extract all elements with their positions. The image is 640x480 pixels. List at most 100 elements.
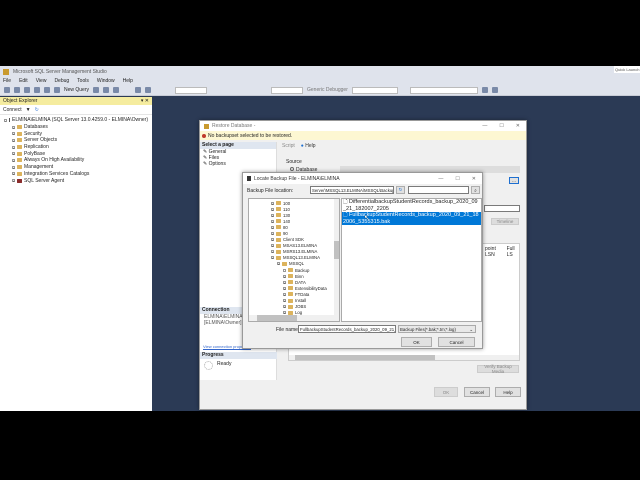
query-icon[interactable] [113,87,120,93]
timeline-button[interactable]: Timeline [491,218,519,225]
search-input[interactable] [408,186,469,194]
expand-icon[interactable]: + [12,179,15,183]
expand-icon[interactable]: + [283,311,286,315]
save-icon[interactable] [44,87,50,93]
locate-ok-button[interactable]: OK [401,337,432,347]
locate-cancel-button[interactable]: Cancel [438,337,475,347]
pin-close-icons[interactable]: ▾ ✕ [141,98,149,104]
forward-icon[interactable] [14,87,20,93]
tree-node[interactable]: + Integration Services Catalogs [4,171,148,178]
debugger-button[interactable]: Generic Debugger [307,87,348,93]
minimize-button[interactable]: — [438,176,443,182]
page-options[interactable]: ✎ Options [200,161,276,167]
script-button[interactable]: Script [282,143,295,149]
expand-icon[interactable] [283,268,286,272]
expand-icon[interactable]: + [271,238,274,242]
menu-view[interactable]: View [36,78,47,84]
expand-icon[interactable]: + [283,286,286,290]
expand-icon[interactable]: + [283,299,286,303]
expand-icon[interactable]: + [12,165,15,169]
quick-launch-input[interactable]: Quick Launch [614,66,640,73]
close-button[interactable]: ✕ [472,176,476,182]
expand-icon[interactable]: + [12,172,15,176]
maximize-button[interactable]: ☐ [455,176,459,182]
tree-node[interactable]: + Server Objects [4,137,148,144]
refresh-button[interactable]: ↻ [396,186,405,194]
query-icon[interactable] [93,87,100,93]
expand-icon[interactable]: + [271,219,274,223]
expand-icon[interactable]: + [271,207,274,211]
restore-icon [204,123,209,129]
tree-node[interactable]: + Always On High Availability [4,157,148,164]
platform-combo[interactable] [271,86,304,94]
tree-node[interactable]: + Databases [4,124,148,131]
menu-help[interactable]: Help [123,78,133,84]
restore-ok-button[interactable]: OK [434,387,458,397]
help-link[interactable]: ● Help [301,143,316,149]
restore-help-button[interactable]: Help [495,387,521,397]
expand-icon[interactable]: + [12,138,15,142]
menu-debug[interactable]: Debug [54,78,69,84]
properties-icon[interactable] [491,87,498,93]
file-item[interactable]: 🗋 DifferentialbackupStudentRecords_backu… [342,199,481,212]
tree-node[interactable]: + Security [4,130,148,137]
expand-icon[interactable]: + [271,250,274,254]
search-button[interactable]: ⌕ [471,186,480,194]
expand-icon[interactable]: + [12,158,15,162]
close-button[interactable]: ✕ [516,123,520,129]
refresh-icon[interactable]: ↻ [35,107,39,113]
tree-hscrollbar[interactable] [249,315,339,321]
expand-icon[interactable]: + [283,280,286,284]
file-type-select[interactable]: Backup Files(*.bak;*.tm;*.log) ⌄ [398,325,476,333]
tree-vscrollbar[interactable] [334,199,339,315]
expand-icon[interactable]: + [271,201,274,205]
undo-icon[interactable] [135,87,142,93]
menu-edit[interactable]: Edit [19,78,28,84]
minimize-button[interactable]: — [482,123,487,129]
expand-icon[interactable]: + [271,244,274,248]
back-icon[interactable] [4,87,10,93]
expand-icon[interactable]: + [283,305,286,309]
file-item-selected[interactable]: 🗋 FullbackupStudentRecords_backup_2020_0… [342,212,481,225]
redo-icon[interactable] [145,87,152,93]
location-input[interactable]: Server\MSSQL13.ELMINA\MSSQL\Backup [310,186,394,194]
menu-file[interactable]: File [3,78,11,84]
debug-target-combo[interactable] [351,86,398,94]
connect-button[interactable]: Connect [3,107,22,113]
open-icon[interactable] [34,87,40,93]
grid-hscrollbar[interactable] [289,355,519,360]
file-name-input[interactable]: FullbackupStudentRecords_backup_2020_09_… [298,325,396,333]
verify-backup-media-button[interactable]: Verify Backup Media [477,364,519,374]
expand-icon[interactable]: + [271,213,274,217]
tree-node[interactable]: + Management [4,164,148,171]
backup-sets-combo[interactable] [484,205,520,212]
expand-icon[interactable]: + [283,292,286,296]
new-query-button[interactable]: New Query [64,87,89,93]
server-node[interactable]: - ELMINA\ELMINA (SQL Server 13.0.4259.0 -… [4,117,148,124]
maximize-button[interactable]: ☐ [499,123,503,129]
window-icon[interactable] [481,87,488,93]
menu-window[interactable]: Window [97,78,115,84]
tree-node[interactable]: + SQL Server Agent [4,177,148,184]
filter-icon[interactable]: ▼ [26,107,31,113]
expand-icon[interactable]: + [12,125,15,129]
save-all-icon[interactable] [54,87,60,93]
expand-icon[interactable]: + [271,256,274,260]
expand-icon[interactable]: + [271,232,274,236]
menu-tools[interactable]: Tools [77,78,89,84]
query-icon[interactable] [103,87,110,93]
expand-icon[interactable]: + [271,225,274,229]
browse-button[interactable]: ... [509,177,519,184]
expand-icon[interactable]: + [12,152,15,156]
find-combo[interactable] [409,86,478,94]
config-combo[interactable] [175,86,208,94]
tree-node[interactable]: + Replication [4,144,148,151]
expand-icon[interactable]: + [283,274,286,278]
locate-title-bar: Locate Backup File - ELMINA\ELMINA — ☐ ✕ [243,173,482,184]
expand-icon[interactable]: + [277,262,280,266]
expand-icon[interactable]: + [12,132,15,136]
expand-icon[interactable]: + [12,145,15,149]
new-project-icon[interactable] [24,87,30,93]
tree-node[interactable]: + PolyBase [4,150,148,157]
restore-cancel-button[interactable]: Cancel [464,387,490,397]
